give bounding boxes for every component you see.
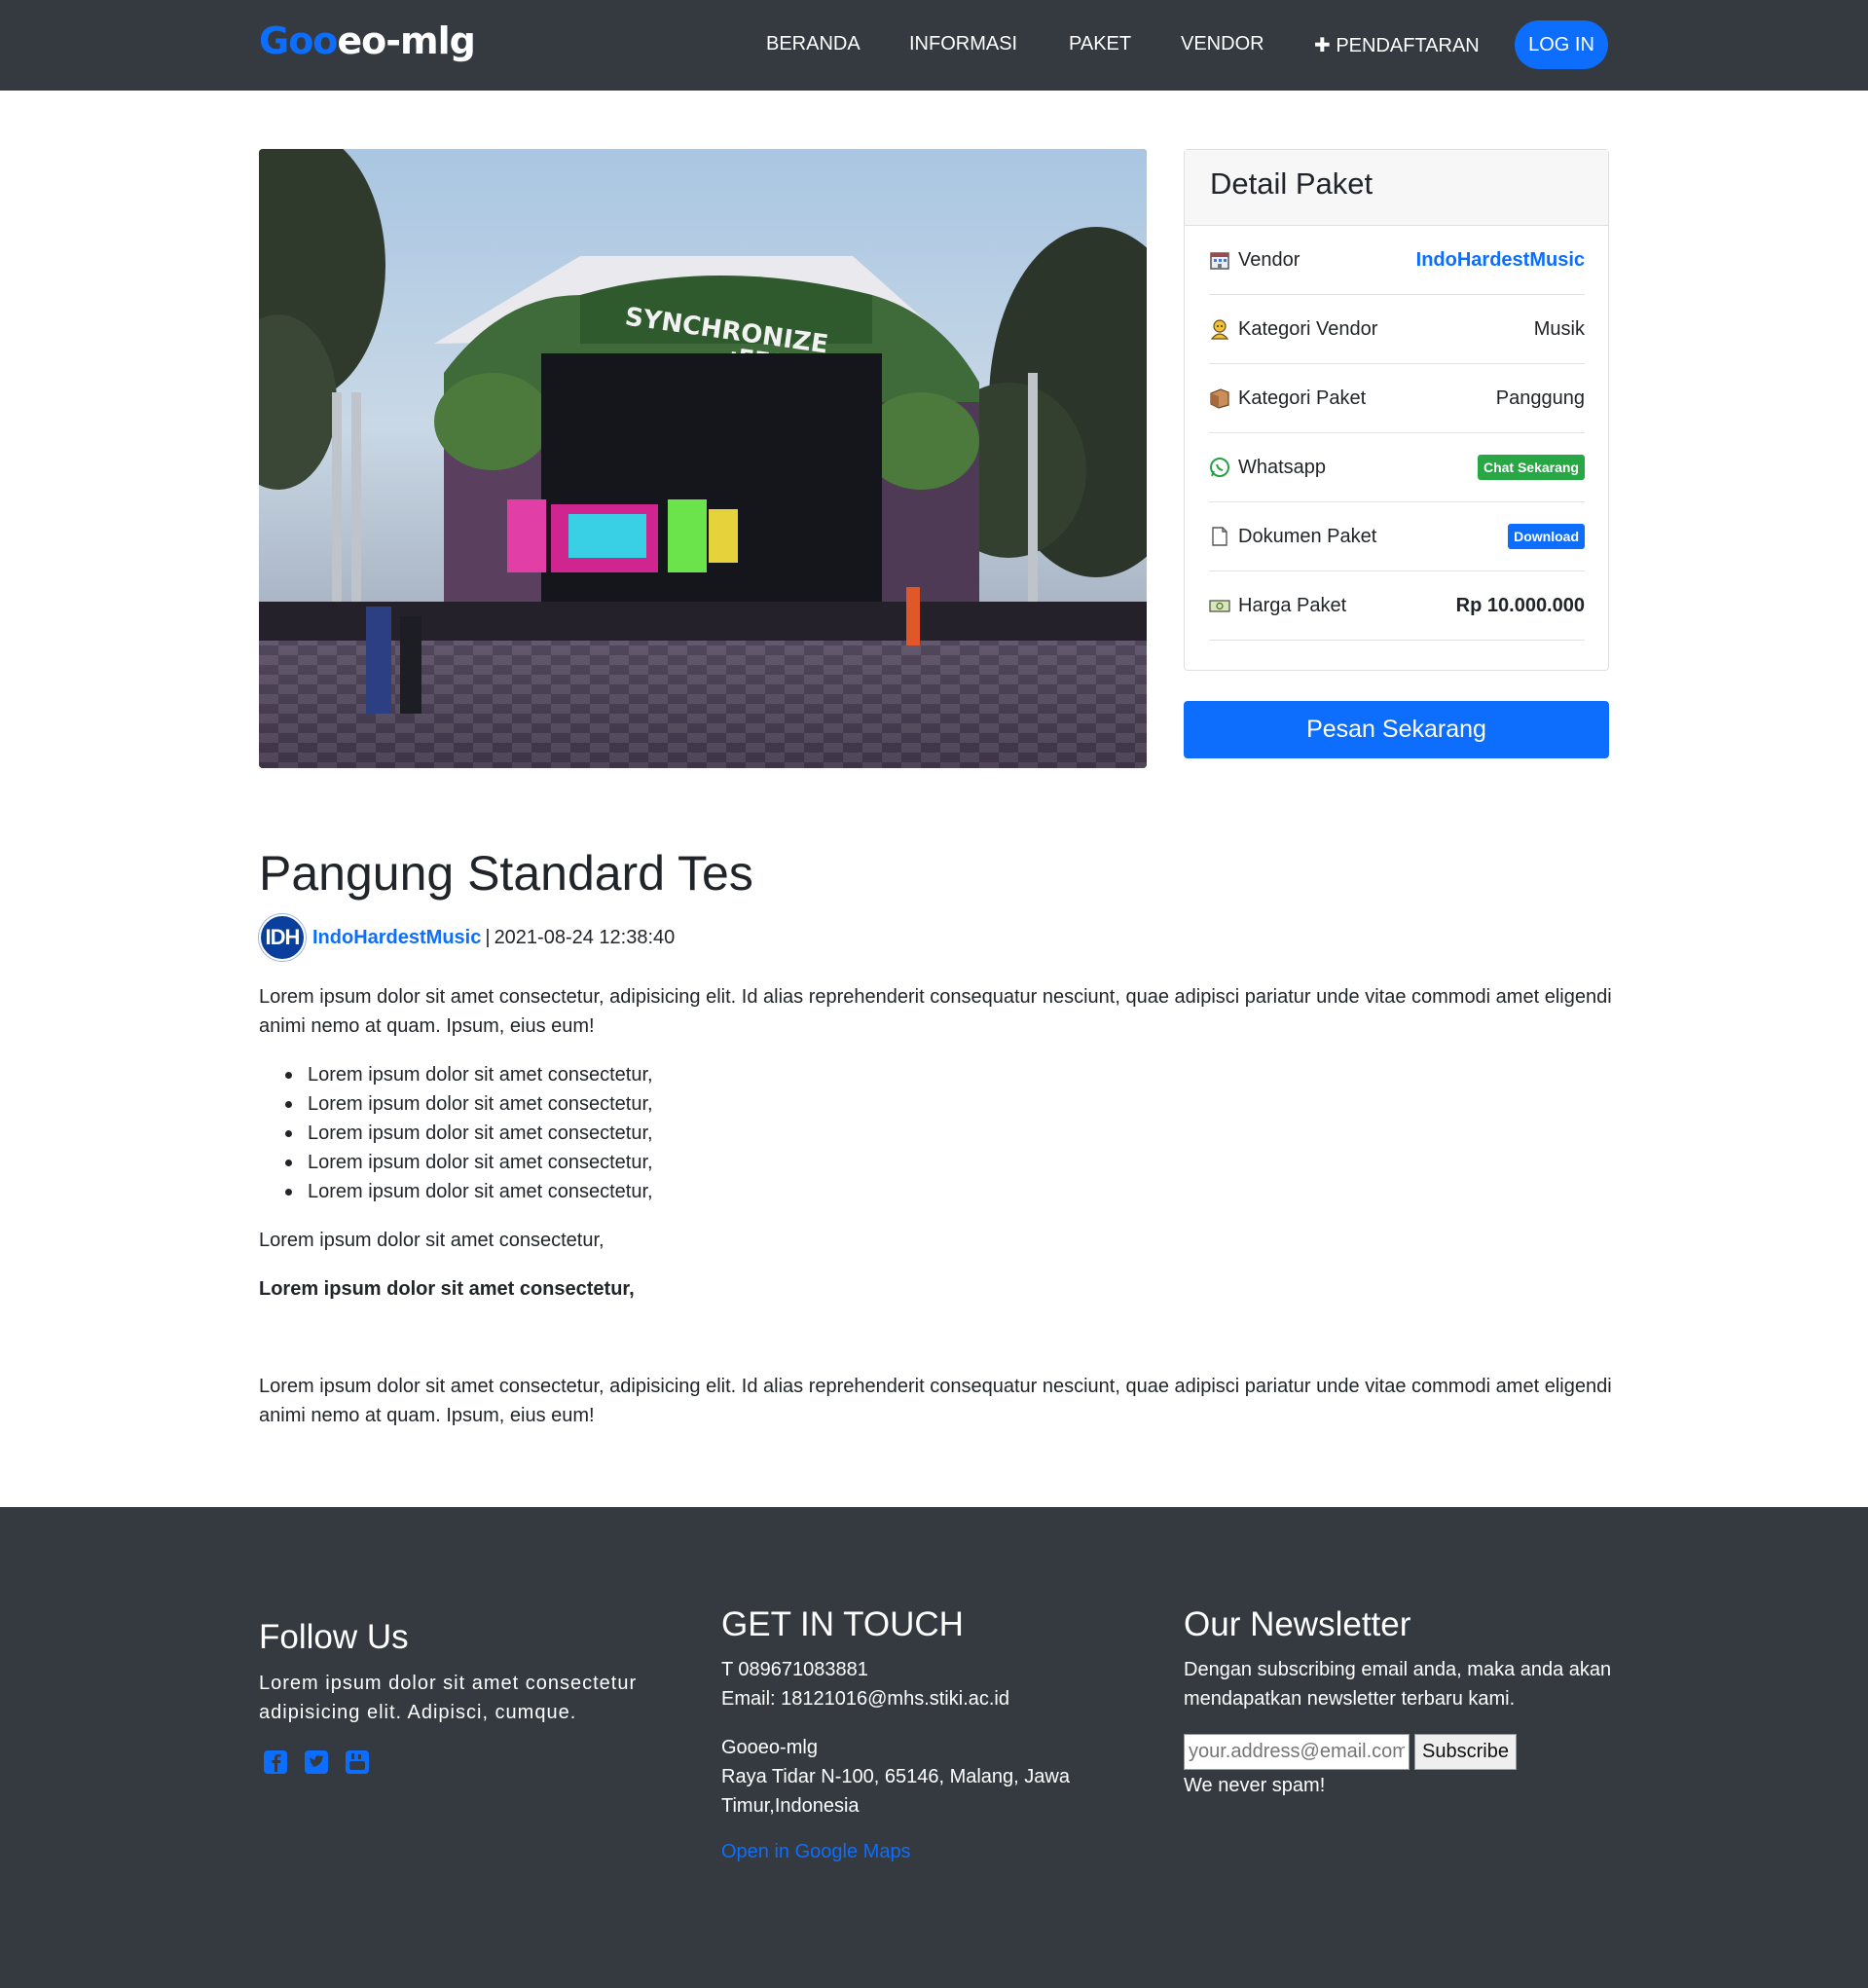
contact-address: Raya Tidar N-100, 65146, Malang, Jawa Ti… [721, 1766, 1070, 1817]
feature-list: Lorem ipsum dolor sit amet consectetur, … [259, 1060, 653, 1206]
newsletter-email-input[interactable] [1184, 1734, 1410, 1770]
dokumen-label: Dokumen Paket [1238, 525, 1377, 547]
detail-row-dokumen: Dokumen Paket Download [1209, 502, 1585, 571]
kategori-vendor-label: Kategori Vendor [1238, 317, 1378, 340]
login-button[interactable]: LOG IN [1515, 20, 1608, 69]
navbar: Gooeo-mlg BERANDA INFORMASI PAKET VENDOR… [0, 0, 1868, 91]
package-icon [1210, 388, 1229, 409]
package-photo: SYNCHRONIZE :FEST [259, 149, 1147, 768]
detail-row-kategori-paket: Kategori Paket Panggung [1209, 364, 1585, 433]
kategori-paket-value: Panggung [1495, 387, 1585, 409]
person-icon [1210, 319, 1229, 340]
intro-paragraph: Lorem ipsum dolor sit amet consectetur, … [259, 986, 1612, 1037]
brand-part2: eo-mlg [337, 19, 475, 62]
contact-org: Gooeo-mlg [721, 1737, 818, 1758]
post-date: 2021-08-24 12:38:40 [494, 926, 676, 948]
contact-phone: T 089671083881 [721, 1659, 868, 1680]
detail-row-whatsapp: Whatsapp Chat Sekarang [1209, 433, 1585, 502]
plus-icon: ✚ [1314, 35, 1331, 56]
vendor-label: Vendor [1238, 248, 1300, 271]
avatar: IDH [259, 914, 306, 961]
list-item: Lorem ipsum dolor sit amet consectetur, [259, 1177, 653, 1206]
order-button[interactable]: Pesan Sekarang [1184, 701, 1609, 758]
list-item: Lorem ipsum dolor sit amet consectetur, [259, 1060, 653, 1089]
chat-now-button[interactable]: Chat Sekarang [1477, 455, 1585, 480]
kategori-paket-label: Kategori Paket [1238, 387, 1367, 409]
document-icon [1212, 527, 1227, 546]
list-item: Lorem ipsum dolor sit amet consectetur, [259, 1119, 653, 1148]
text-line: Lorem ipsum dolor sit amet consectetur, [259, 1230, 604, 1251]
twitter-icon[interactable] [304, 1749, 329, 1775]
contact-email: Email: 18121016@mhs.stiki.ac.id [721, 1688, 1009, 1710]
vendor-link[interactable]: IndoHardestMusic [1416, 249, 1585, 272]
nav-pendaftaran[interactable]: ✚ PENDAFTARAN [1314, 33, 1480, 57]
follow-title: Follow Us [259, 1618, 409, 1656]
list-item: Lorem ipsum dolor sit amet consectetur, [259, 1148, 653, 1177]
harga-label: Harga Paket [1238, 594, 1347, 616]
follow-text: Lorem ipsum dolor sit amet consectetur a… [259, 1673, 638, 1723]
google-maps-link[interactable]: Open in Google Maps [721, 1841, 911, 1863]
brand-logo[interactable]: Gooeo-mlg [259, 19, 476, 62]
author-separator: | [485, 926, 491, 948]
money-icon [1209, 600, 1230, 612]
nav-pendaftaran-label: PENDAFTARAN [1336, 35, 1480, 56]
outro-paragraph: Lorem ipsum dolor sit amet consectetur, … [259, 1376, 1612, 1426]
detail-row-vendor: Vendor IndoHardestMusic [1209, 226, 1585, 295]
package-title: Pangung Standard Tes [259, 846, 753, 901]
facebook-icon[interactable] [263, 1749, 288, 1775]
whatsapp-label: Whatsapp [1238, 456, 1327, 478]
detail-card: Detail Paket Vendor IndoHardestMusic Kat… [1184, 149, 1609, 671]
nav-informasi[interactable]: INFORMASI [909, 33, 1017, 55]
whatsapp-icon [1210, 458, 1229, 477]
subscribe-button[interactable]: Subscribe [1414, 1734, 1517, 1770]
kategori-vendor-value: Musik [1533, 317, 1585, 340]
nav-beranda[interactable]: BERANDA [766, 33, 861, 55]
harga-value: Rp 10.000.000 [1455, 594, 1585, 616]
nav-vendor[interactable]: VENDOR [1181, 33, 1264, 55]
footer [0, 1507, 1868, 1988]
building-icon [1210, 252, 1229, 270]
download-button[interactable]: Download [1508, 524, 1585, 549]
detail-card-header: Detail Paket [1185, 150, 1608, 226]
no-spam-text: We never spam! [1184, 1775, 1326, 1796]
bold-line: Lorem ipsum dolor sit amet consectetur, [259, 1278, 635, 1300]
brand-part1: Goo [259, 19, 338, 62]
newsletter-title: Our Newsletter [1184, 1605, 1411, 1643]
detail-row-harga: Harga Paket Rp 10.000.000 [1209, 571, 1585, 641]
list-item: Lorem ipsum dolor sit amet consectetur, [259, 1089, 653, 1119]
newsletter-text: Dengan subscribing email anda, maka anda… [1184, 1659, 1612, 1710]
author-link[interactable]: IndoHardestMusic [312, 927, 481, 949]
author-line: IDH IndoHardestMusic | 2021-08-24 12:38:… [259, 914, 675, 961]
contact-title: GET IN TOUCH [721, 1605, 964, 1643]
nav-paket[interactable]: PAKET [1069, 33, 1131, 55]
youtube-icon[interactable] [345, 1749, 370, 1775]
detail-row-kategori-vendor: Kategori Vendor Musik [1209, 295, 1585, 364]
